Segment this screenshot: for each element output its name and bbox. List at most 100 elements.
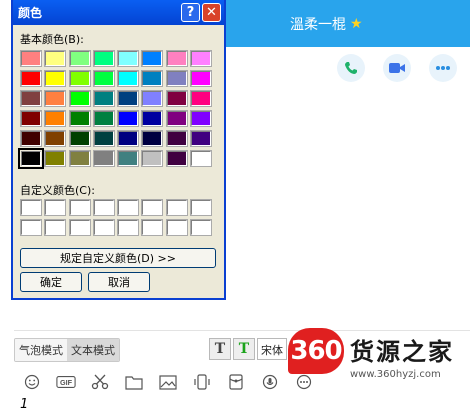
phone-call-button[interactable] (337, 54, 365, 82)
gif-button[interactable]: GIF (56, 372, 76, 392)
basic-color-swatch[interactable] (20, 50, 42, 67)
basic-color-swatch[interactable] (18, 148, 44, 169)
basic-color-swatch[interactable] (68, 110, 91, 127)
custom-color-swatch[interactable] (68, 219, 91, 236)
basic-color-swatch[interactable] (141, 150, 164, 167)
shake-button[interactable] (192, 372, 212, 392)
basic-color-swatch[interactable] (44, 50, 67, 67)
custom-color-swatch[interactable] (165, 219, 188, 236)
basic-color-swatch[interactable] (190, 70, 213, 87)
basic-color-swatch[interactable] (92, 50, 115, 67)
voice-button[interactable] (260, 372, 280, 392)
basic-color-swatch[interactable] (44, 130, 67, 147)
ok-button[interactable]: 确定 (20, 272, 82, 292)
basic-color-swatch[interactable] (117, 130, 140, 147)
tab-bubble-mode[interactable]: 气泡模式 (15, 339, 67, 361)
basic-color-swatch[interactable] (68, 70, 91, 87)
dialog-titlebar[interactable]: 颜色 ? ✕ (13, 0, 224, 25)
basic-color-swatch[interactable] (165, 90, 188, 107)
color-dialog: 颜色 ? ✕ 基本颜色(B): 自定义颜色(C): 规定自定义颜色(D) >> … (11, 0, 226, 300)
video-call-button[interactable] (383, 54, 411, 82)
message-input[interactable]: 1 (20, 397, 28, 411)
input-divider (14, 330, 470, 331)
basic-color-swatch[interactable] (117, 90, 140, 107)
more-button[interactable] (429, 54, 457, 82)
basic-color-swatch[interactable] (141, 130, 164, 147)
basic-color-swatch[interactable] (117, 50, 140, 67)
basic-colors-grid (18, 50, 213, 169)
basic-color-swatch[interactable] (165, 70, 188, 87)
emoji-button[interactable] (22, 372, 42, 392)
basic-color-swatch[interactable] (165, 110, 188, 127)
format-toolbar: T T 宋体 (209, 338, 287, 360)
text-format-button[interactable]: T (209, 338, 231, 360)
basic-color-swatch[interactable] (165, 50, 188, 67)
basic-color-swatch[interactable] (141, 50, 164, 67)
custom-color-swatch[interactable] (190, 199, 213, 216)
basic-color-swatch[interactable] (190, 150, 213, 167)
custom-color-swatch[interactable] (190, 219, 213, 236)
custom-color-swatch[interactable] (20, 219, 42, 236)
custom-color-swatch[interactable] (44, 199, 67, 216)
font-select[interactable]: 宋体 (257, 338, 287, 360)
basic-color-swatch[interactable] (92, 130, 115, 147)
watermark-name: 货源之家 (350, 338, 454, 366)
basic-color-swatch[interactable] (20, 70, 42, 87)
custom-color-swatch[interactable] (117, 219, 140, 236)
basic-color-swatch[interactable] (165, 130, 188, 147)
basic-color-swatch[interactable] (141, 110, 164, 127)
custom-color-swatch[interactable] (117, 199, 140, 216)
custom-color-swatch[interactable] (44, 219, 67, 236)
basic-color-swatch[interactable] (68, 90, 91, 107)
basic-color-swatch[interactable] (165, 150, 188, 167)
basic-colors-label: 基本颜色(B): (20, 33, 84, 46)
custom-color-swatch[interactable] (141, 199, 164, 216)
basic-color-swatch[interactable] (92, 90, 115, 107)
basic-color-swatch[interactable] (44, 150, 67, 167)
scissors-icon (91, 374, 109, 390)
dialog-title: 颜色 (18, 6, 43, 20)
basic-color-swatch[interactable] (44, 70, 67, 87)
help-button[interactable]: ? (181, 3, 200, 22)
basic-color-swatch[interactable] (92, 110, 115, 127)
more-options-icon (296, 374, 312, 390)
custom-color-swatch[interactable] (141, 219, 164, 236)
custom-color-swatch[interactable] (165, 199, 188, 216)
basic-color-swatch[interactable] (44, 90, 67, 107)
basic-color-swatch[interactable] (92, 150, 115, 167)
custom-color-swatch[interactable] (20, 199, 42, 216)
image-button[interactable] (158, 372, 178, 392)
basic-color-swatch[interactable] (141, 90, 164, 107)
file-button[interactable] (124, 372, 144, 392)
custom-color-swatch[interactable] (68, 199, 91, 216)
input-toolbar: GIF (22, 372, 314, 392)
close-button[interactable]: ✕ (202, 3, 221, 22)
basic-color-swatch[interactable] (68, 50, 91, 67)
basic-color-swatch[interactable] (141, 70, 164, 87)
basic-color-swatch[interactable] (190, 90, 213, 107)
red-packet-button[interactable] (226, 372, 246, 392)
image-icon (159, 374, 177, 390)
basic-color-swatch[interactable] (117, 70, 140, 87)
basic-color-swatch[interactable] (190, 110, 213, 127)
basic-color-swatch[interactable] (117, 150, 140, 167)
screenshot-button[interactable] (90, 372, 110, 392)
more-options-button[interactable] (294, 372, 314, 392)
basic-color-swatch[interactable] (20, 90, 42, 107)
custom-color-swatch[interactable] (92, 199, 115, 216)
text-color-button[interactable]: T (233, 338, 255, 360)
basic-color-swatch[interactable] (68, 150, 91, 167)
basic-color-swatch[interactable] (190, 130, 213, 147)
basic-color-swatch[interactable] (68, 130, 91, 147)
cancel-button[interactable]: 取消 (88, 272, 150, 292)
basic-color-swatch[interactable] (117, 110, 140, 127)
red-packet-icon (229, 374, 243, 390)
tab-text-mode[interactable]: 文本模式 (67, 339, 119, 361)
define-custom-colors-button[interactable]: 规定自定义颜色(D) >> (20, 248, 216, 268)
basic-color-swatch[interactable] (20, 130, 42, 147)
basic-color-swatch[interactable] (190, 50, 213, 67)
custom-color-swatch[interactable] (92, 219, 115, 236)
basic-color-swatch[interactable] (20, 110, 42, 127)
basic-color-swatch[interactable] (92, 70, 115, 87)
basic-color-swatch[interactable] (44, 110, 67, 127)
